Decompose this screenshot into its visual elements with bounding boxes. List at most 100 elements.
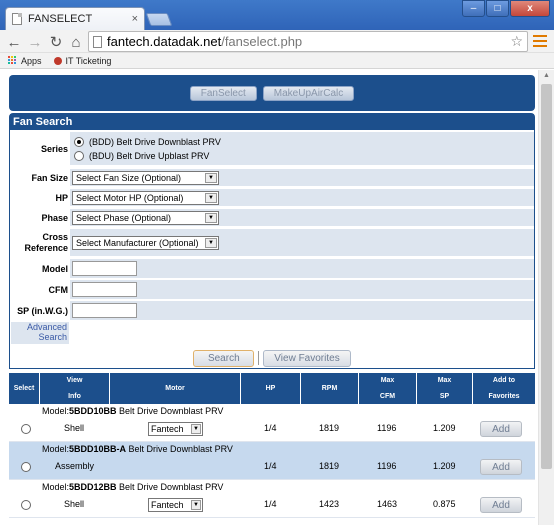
series-bdd-radio[interactable] [74,136,84,147]
model-input[interactable] [72,261,137,276]
page-icon [12,13,22,25]
view-info-link[interactable]: Shell [64,423,84,433]
makeupaircalc-nav-button[interactable]: MakeUpAirCalc [262,85,355,101]
browser-menu-icon[interactable] [533,35,547,47]
motor-value: Fantech [151,424,184,434]
col-max-sp-line2: SP [439,392,450,400]
view-favorites-button[interactable]: View Favorites [263,349,351,367]
apps-grid-icon [8,56,17,65]
model-prefix: Model: [42,444,70,454]
browser-tab[interactable]: FANSELECT × [5,7,145,30]
sp-input[interactable] [72,303,137,318]
fan-size-cell: Select Fan Size (Optional) ▼ [70,169,534,186]
chevron-down-icon: ▼ [191,500,201,510]
address-bar[interactable]: fantech.datadak.net /fanselect.php ☆ [88,31,528,52]
fan-size-select[interactable]: Select Fan Size (Optional) ▼ [72,170,219,185]
view-info-link[interactable]: Shell [64,499,84,509]
results-table: Select View Info Motor HP RPM Max CFM Ma… [9,373,535,525]
hp-label: HP [10,189,70,206]
table-row: Model:5BDD12BB Belt Drive Downblast PRV … [9,480,535,518]
new-tab-button[interactable] [145,13,173,26]
fan-size-label: Fan Size [10,169,70,186]
model-number: 5BDD12BB [69,482,117,492]
col-max-cfm-line1: Max [380,376,395,384]
chevron-down-icon: ▼ [205,192,217,203]
phase-cell: Select Phase (Optional) ▼ [70,209,534,226]
series-options: (BDD) Belt Drive Downblast PRV (BDU) Bel… [70,132,534,165]
motor-select[interactable]: Fantech ▼ [148,498,203,512]
row-title: Model:5BDD10BB Belt Drive Downblast PRV [42,406,223,416]
col-max-cfm: Max CFM [359,373,417,404]
scroll-up-icon[interactable]: ▲ [543,72,550,79]
page-scrollbar[interactable]: ▲ [538,70,554,525]
back-arrow-icon[interactable]: ← [5,33,23,51]
forward-arrow-icon[interactable]: → [26,33,44,51]
bookmark-it-ticketing[interactable]: IT Ticketing [53,55,112,66]
page-viewport: FanSelect MakeUpAirCalc Fan Search Serie… [0,70,554,525]
col-add-favorites-line2: Favorites [488,392,520,400]
cfm-row: CFM [10,279,534,299]
motor-select[interactable]: Fantech ▼ [148,422,203,436]
advanced-search-link[interactable]: Advanced Search [11,322,69,344]
browser-toolbar: ← → ↻ ⌂ fantech.datadak.net /fanselect.p… [0,30,554,53]
hp-value: Select Motor HP (Optional) [76,192,184,203]
fanselect-nav-button[interactable]: FanSelect [189,85,257,101]
series-bdu-label: (BDU) Belt Drive Upblast PRV [89,150,210,161]
series-option-bdu[interactable]: (BDU) Belt Drive Upblast PRV [74,150,210,161]
bookmark-star-icon[interactable]: ☆ [510,33,523,50]
row-select-radio[interactable] [21,462,31,472]
row-title: Model:5BDD12BB Belt Drive Downblast PRV [42,482,223,492]
motor-value: Fantech [151,500,184,510]
series-bdd-label: (BDD) Belt Drive Downblast PRV [89,136,221,147]
sp-cell [70,301,534,320]
row-select-radio[interactable] [21,500,31,510]
search-button[interactable]: Search [193,349,255,367]
cfm-label: CFM [10,280,70,299]
minimize-button[interactable]: – [462,0,485,17]
col-select: Select [9,373,40,404]
cfm-input[interactable] [72,282,137,297]
add-favorite-button[interactable]: Add [480,421,522,437]
model-description: Belt Drive Downblast PRV [128,444,233,454]
ticket-icon [53,56,62,65]
series-bdu-radio[interactable] [74,150,84,161]
hp-select[interactable]: Select Motor HP (Optional) ▼ [72,190,219,205]
col-add-favorites-line1: Add to [492,376,516,384]
max-cfm-value: 1196 [377,461,397,471]
col-motor: Motor [110,373,241,404]
scrollbar-thumb[interactable] [541,84,552,469]
chevron-down-icon: ▼ [205,172,217,183]
max-sp-value: 1.209 [433,461,456,471]
url-path: /fanselect.php [221,34,303,49]
window-controls: – □ x [461,0,550,17]
chevron-down-icon: ▼ [205,212,217,223]
phase-row: Phase Select Phase (Optional) ▼ [10,208,534,226]
col-max-sp: Max SP [417,373,473,404]
phase-value: Select Phase (Optional) [76,212,172,223]
home-icon[interactable]: ⌂ [67,33,85,51]
chevron-down-icon: ▼ [205,237,217,248]
close-window-button[interactable]: x [510,0,550,17]
maximize-button[interactable]: □ [486,0,509,17]
col-view-info-line1: View [66,376,83,384]
series-option-bdd[interactable]: (BDD) Belt Drive Downblast PRV [74,136,221,147]
add-favorite-button[interactable]: Add [480,459,522,475]
button-divider [258,351,260,365]
cross-reference-select[interactable]: Select Manufacturer (Optional) ▼ [72,235,219,250]
sp-label: SP (in.W.G.) [10,301,70,320]
tab-close-icon[interactable]: × [132,13,138,25]
bookmark-it-ticketing-label: IT Ticketing [65,55,112,66]
row-select-radio[interactable] [21,424,31,434]
bookmark-apps[interactable]: Apps [8,56,42,66]
row-title: Model:5BDD10BB-A Belt Drive Downblast PR… [42,444,233,454]
phase-select[interactable]: Select Phase (Optional) ▼ [72,210,219,225]
add-favorite-button[interactable]: Add [480,497,522,513]
sp-row: SP (in.W.G.) [10,300,534,320]
phase-label: Phase [10,209,70,226]
fan-search-title: Fan Search [10,114,534,130]
rpm-value: 1819 [319,461,340,471]
model-number: 5BDD10BB-A [69,444,127,454]
reload-icon[interactable]: ↻ [47,33,65,51]
cross-reference-label: Cross Reference [10,229,70,256]
view-info-link[interactable]: Assembly [55,461,94,471]
